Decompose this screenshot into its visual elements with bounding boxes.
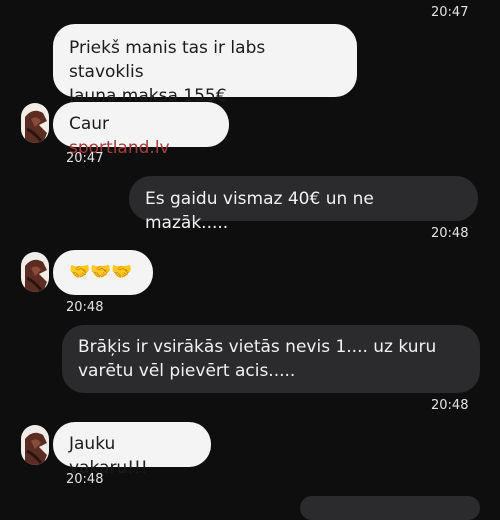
incoming-message-bubble[interactable]: Jauku vakaru!!! <box>53 422 211 478</box>
incoming-message-bubble[interactable]: Priekš manis tas ir labs stavoklis Jauna… <box>53 24 357 106</box>
handshake-emoji: 🤝🤝🤝 <box>69 262 133 282</box>
timestamp: 20:48 <box>431 226 469 241</box>
contact-avatar[interactable] <box>21 103 49 143</box>
timestamp: 20:47 <box>431 5 469 20</box>
message-text: Priekš manis tas ir labs stavoklis <box>69 38 266 82</box>
avatar-image-icon <box>21 252 49 292</box>
incoming-message-bubble[interactable]: Brāķis ir vsirākās vietās nevis 1.... uz… <box>62 325 480 393</box>
avatar-image-icon <box>21 103 49 143</box>
message-text: varētu vēl pievērt acis..... <box>78 361 296 381</box>
timestamp: 20:48 <box>431 398 469 413</box>
incoming-message-bubble[interactable]: Caur sportland.lv <box>53 102 229 158</box>
outgoing-message-bubble[interactable]: Es gaidu vismaz 40€ un ne mazāk..... <box>129 176 478 233</box>
timestamp: 20:48 <box>66 300 104 315</box>
incoming-message-bubble[interactable]: 🤝🤝🤝 <box>53 250 153 295</box>
timestamp: 20:47 <box>66 151 104 166</box>
timestamp: 20:48 <box>66 472 104 487</box>
contact-avatar[interactable] <box>21 425 49 465</box>
message-text: Caur <box>69 114 110 134</box>
contact-avatar[interactable] <box>21 252 49 292</box>
message-text: Brāķis ir vsirākās vietās nevis 1.... uz… <box>78 337 437 357</box>
message-text: Es gaidu vismaz 40€ un ne mazāk..... <box>145 189 374 233</box>
avatar-image-icon <box>21 425 49 465</box>
